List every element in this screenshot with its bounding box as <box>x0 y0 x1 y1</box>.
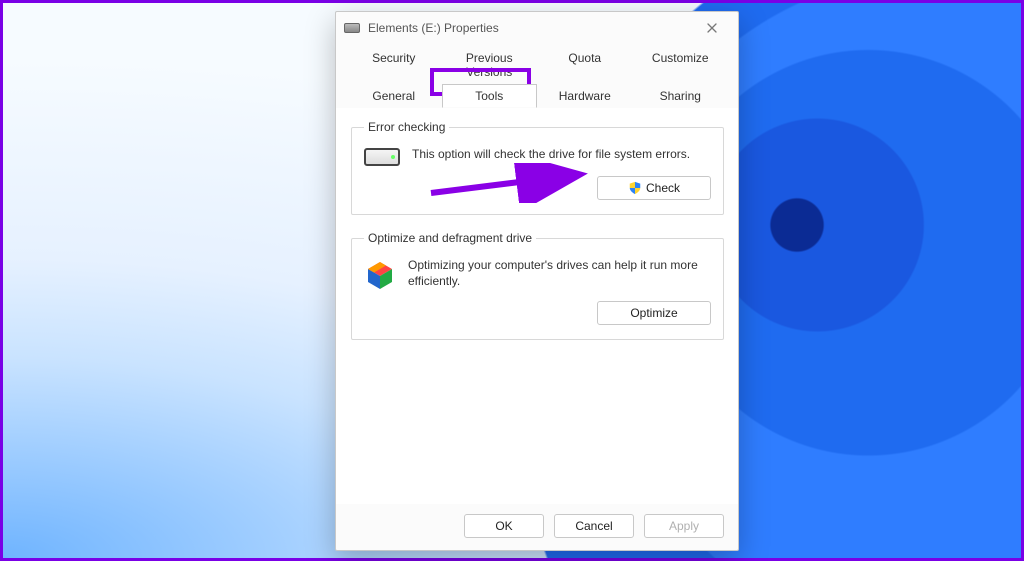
tab-quota[interactable]: Quota <box>537 46 633 84</box>
tab-content: Error checking This option will check th… <box>336 108 738 504</box>
uac-shield-icon <box>628 181 642 195</box>
group-optimize: Optimize and defragment drive Optimizing… <box>351 231 724 340</box>
titlebar[interactable]: Elements (E:) Properties <box>336 12 738 44</box>
drive-icon <box>344 23 360 33</box>
tab-security[interactable]: Security <box>346 46 442 84</box>
tabs: Security Previous Versions Quota Customi… <box>336 44 738 108</box>
tab-sharing[interactable]: Sharing <box>633 84 729 108</box>
error-checking-text: This option will check the drive for fil… <box>412 146 711 162</box>
tab-previous-versions[interactable]: Previous Versions <box>442 46 538 84</box>
properties-dialog: Elements (E:) Properties Security Previo… <box>335 11 739 551</box>
ok-button[interactable]: OK <box>464 514 544 538</box>
group-error-checking-legend: Error checking <box>364 120 449 134</box>
group-error-checking: Error checking This option will check th… <box>351 120 724 215</box>
defrag-icon <box>364 259 396 291</box>
optimize-button[interactable]: Optimize <box>597 301 711 325</box>
optimize-button-label: Optimize <box>630 306 677 320</box>
dialog-buttons: OK Cancel Apply <box>336 504 738 550</box>
window-title: Elements (E:) Properties <box>368 21 694 35</box>
group-optimize-legend: Optimize and defragment drive <box>364 231 536 245</box>
drive-large-icon <box>364 148 400 166</box>
tab-general[interactable]: General <box>346 84 442 108</box>
close-button[interactable] <box>694 16 730 40</box>
tab-tools[interactable]: Tools <box>442 84 538 108</box>
cancel-button[interactable]: Cancel <box>554 514 634 538</box>
optimize-text: Optimizing your computer's drives can he… <box>408 257 711 289</box>
close-icon <box>707 23 717 33</box>
check-button-label: Check <box>646 181 680 195</box>
tab-hardware[interactable]: Hardware <box>537 84 633 108</box>
apply-button[interactable]: Apply <box>644 514 724 538</box>
check-button[interactable]: Check <box>597 176 711 200</box>
tab-customize[interactable]: Customize <box>633 46 729 84</box>
